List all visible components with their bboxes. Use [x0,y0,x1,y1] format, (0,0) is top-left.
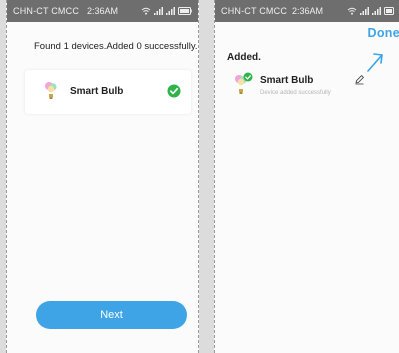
clock-label: 2:36AM [291,6,324,16]
device-card[interactable]: Smart Bulb [25,70,191,114]
bulb-icon [45,82,57,99]
device-status: Device added successfully [260,90,331,96]
device-name: Smart Bulb [260,75,314,86]
signal-icon [372,7,381,15]
battery-icon [384,7,394,15]
pencil-icon[interactable] [354,74,365,85]
status-icons [347,7,394,15]
status-bar: CHN-CT CMCC 2:36AM [215,0,399,22]
done-button[interactable]: Done [368,26,399,40]
status-bar: CHN-CT CMCC 2:36AM [7,0,198,22]
arrow-icon [367,53,383,72]
wifi-icon [141,7,151,15]
carrier-label: CHN-CT CMCC [13,6,80,16]
device-name: Smart Bulb [70,86,124,97]
signal-icon [360,7,369,15]
added-title: Added. [227,52,261,63]
check-circle-icon [167,84,181,98]
signal-icon [154,7,163,15]
result-summary-title: Found 1 devices.Added 0 successfully. [34,41,198,52]
left-screen: CHN-CT CMCC 2:36AM Found 1 devices.Added… [6,0,199,353]
bulb-icon [235,72,253,94]
signal-icon [166,7,175,15]
clock-label: 2:36AM [86,6,119,16]
carrier-label: CHN-CT CMCC [221,6,288,16]
wifi-icon [347,7,357,15]
next-button[interactable]: Next [36,301,187,329]
status-icons [141,7,192,15]
added-device-row[interactable]: Smart Bulb Device added successfully [227,72,397,106]
battery-icon [178,7,192,15]
right-screen: CHN-CT CMCC 2:36AM Done Added. Smart Bul… [214,0,399,353]
